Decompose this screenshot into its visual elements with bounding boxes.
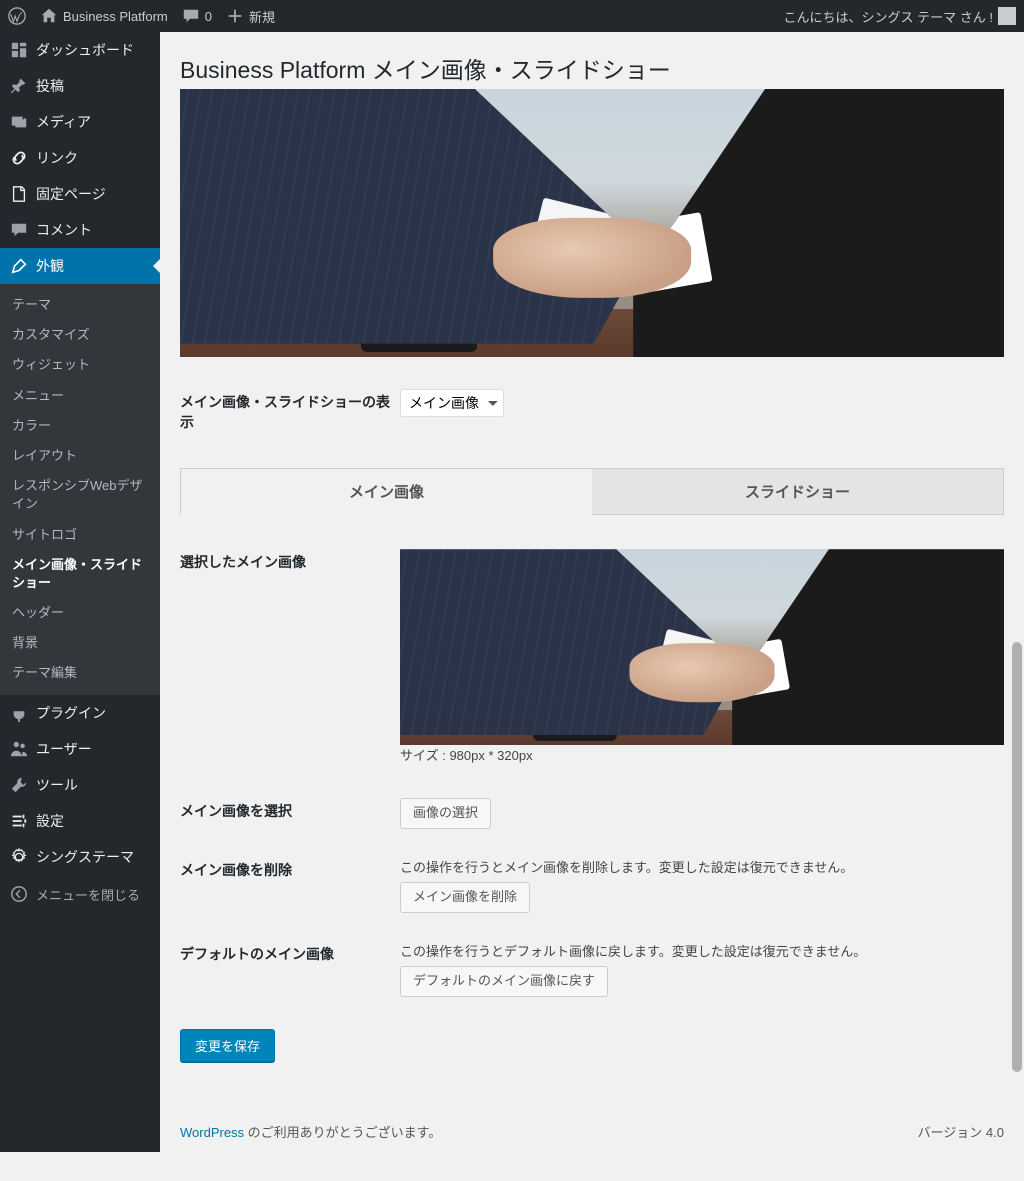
tab-slideshow[interactable]: スライドショー	[592, 468, 1004, 515]
selected-image-label: 選択したメイン画像	[180, 535, 400, 784]
pin-icon	[10, 77, 28, 95]
wp-logo[interactable]	[8, 7, 26, 25]
comments-count: 0	[205, 9, 212, 24]
menu-item-media[interactable]: メディア	[0, 104, 160, 140]
appearance-icon	[10, 257, 28, 275]
default-image-label: デフォルトのメイン画像	[180, 927, 400, 1011]
selected-image-preview	[400, 549, 1004, 745]
select-image-button[interactable]: 画像の選択	[400, 798, 491, 829]
scrollbar[interactable]	[1010, 32, 1024, 1152]
page-icon	[10, 185, 28, 203]
image-size-label: サイズ : 980px * 320px	[400, 745, 1004, 764]
menu-item-link[interactable]: リンク	[0, 140, 160, 176]
wordpress-icon	[8, 7, 26, 25]
menu-item-dashboard[interactable]: ダッシュボード	[0, 32, 160, 68]
hero-image	[180, 89, 1004, 357]
media-icon	[10, 113, 28, 131]
avatar	[998, 7, 1016, 25]
submenu-item[interactable]: テーマ編集	[0, 658, 160, 688]
menu-item-gear[interactable]: シングステーマ	[0, 839, 160, 875]
submenu-item[interactable]: メニュー	[0, 381, 160, 411]
comments-link[interactable]: 0	[182, 7, 212, 25]
submenu-item[interactable]: サイトロゴ	[0, 520, 160, 550]
users-icon	[10, 740, 28, 758]
link-icon	[10, 149, 28, 167]
comment-icon	[10, 221, 28, 239]
version-label: バージョン 4.0	[918, 1122, 1004, 1141]
home-icon	[40, 7, 58, 25]
page-title: Business Platform メイン画像・スライドショー	[180, 42, 1004, 89]
plus-icon	[226, 7, 244, 25]
comment-icon	[182, 7, 200, 25]
admin-sidebar: ダッシュボード投稿メディアリンク固定ページコメント外観テーマカスタマイズウィジェ…	[0, 32, 160, 1152]
site-home-link[interactable]: Business Platform	[40, 7, 168, 25]
wordpress-link[interactable]: WordPress	[180, 1125, 244, 1140]
plugin-icon	[10, 704, 28, 722]
submenu-item[interactable]: ヘッダー	[0, 598, 160, 628]
dashboard-icon	[10, 41, 28, 59]
site-name: Business Platform	[63, 9, 168, 24]
submenu-appearance: テーマカスタマイズウィジェットメニューカラーレイアウトレスポンシブWebデザイン…	[0, 284, 160, 695]
settings-icon	[10, 812, 28, 830]
gear-icon	[10, 848, 28, 866]
select-image-label: メイン画像を選択	[180, 784, 400, 843]
submenu-item[interactable]: カスタマイズ	[0, 320, 160, 350]
tabs: メイン画像 スライドショー	[180, 468, 1004, 515]
delete-image-button[interactable]: メイン画像を削除	[400, 882, 530, 913]
tab-main-image[interactable]: メイン画像	[180, 468, 592, 515]
user-greeting[interactable]: こんにちは、シングス テーマ さん !	[784, 7, 1016, 26]
submenu-item[interactable]: テーマ	[0, 290, 160, 320]
main-content: Business Platform メイン画像・スライドショー メイン画像・スラ…	[160, 32, 1024, 1181]
delete-image-desc: この操作を行うとメイン画像を削除します。変更した設定は復元できません。	[400, 857, 1004, 876]
submenu-item[interactable]: カラー	[0, 411, 160, 441]
new-content-link[interactable]: 新規	[226, 7, 275, 26]
delete-image-label: メイン画像を削除	[180, 843, 400, 927]
menu-item-appearance[interactable]: 外観	[0, 248, 160, 284]
collapse-menu[interactable]: メニューを閉じる	[0, 875, 160, 914]
menu-item-comment[interactable]: コメント	[0, 212, 160, 248]
menu-item-pin[interactable]: 投稿	[0, 68, 160, 104]
menu-item-users[interactable]: ユーザー	[0, 731, 160, 767]
display-mode-label: メイン画像・スライドショーの表示	[180, 375, 400, 450]
menu-item-page[interactable]: 固定ページ	[0, 176, 160, 212]
default-image-desc: この操作を行うとデフォルト画像に戻します。変更した設定は復元できません。	[400, 941, 1004, 960]
submenu-item[interactable]: レイアウト	[0, 441, 160, 471]
menu-item-tools[interactable]: ツール	[0, 767, 160, 803]
collapse-icon	[10, 885, 28, 903]
scrollbar-thumb[interactable]	[1012, 642, 1022, 1072]
menu-item-settings[interactable]: 設定	[0, 803, 160, 839]
menu-item-plugin[interactable]: プラグイン	[0, 695, 160, 731]
save-button[interactable]: 変更を保存	[180, 1029, 275, 1062]
submenu-item[interactable]: ウィジェット	[0, 350, 160, 380]
admin-bar: Business Platform 0 新規 こんにちは、シングス テーマ さん…	[0, 0, 1024, 32]
default-image-button[interactable]: デフォルトのメイン画像に戻す	[400, 966, 608, 997]
footer: WordPress のご利用ありがとうございます。 バージョン 4.0	[180, 1122, 1004, 1141]
submenu-item[interactable]: メイン画像・スライドショー	[0, 550, 160, 598]
tools-icon	[10, 776, 28, 794]
new-label: 新規	[249, 7, 275, 26]
submenu-item[interactable]: レスポンシブWebデザイン	[0, 471, 160, 519]
display-mode-select[interactable]: メイン画像	[400, 389, 504, 417]
submenu-item[interactable]: 背景	[0, 628, 160, 658]
